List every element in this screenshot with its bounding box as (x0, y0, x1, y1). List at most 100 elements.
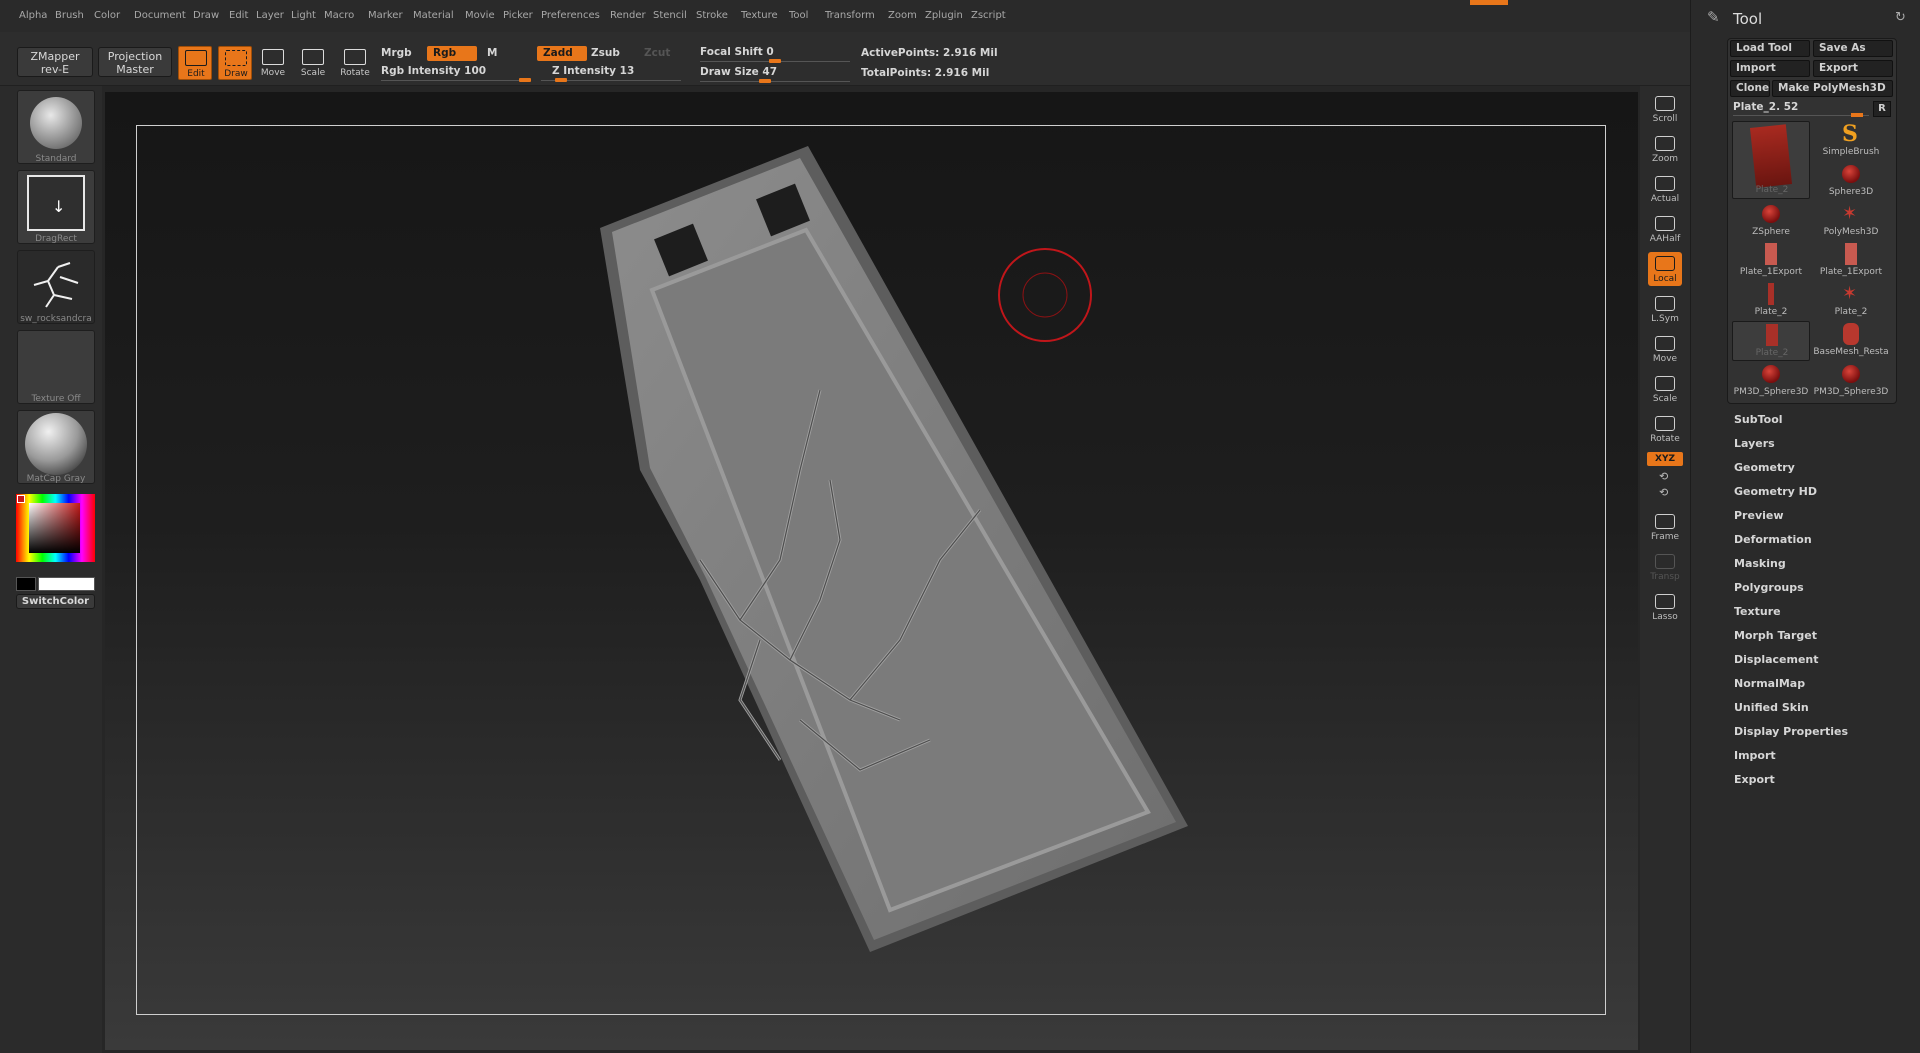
plate-icon (1768, 283, 1774, 305)
clone-button[interactable]: Clone (1730, 80, 1770, 97)
tool-thumb-plate-1-export-2[interactable]: Plate_1Export (1812, 241, 1890, 281)
sphere-icon (1842, 165, 1860, 183)
frame-button[interactable]: Frame (1648, 510, 1682, 544)
local-icon (1655, 256, 1675, 271)
scale-view-button[interactable]: Scale (1648, 372, 1682, 406)
tool-palette-box: Load Tool Save As Import Export Clone Ma… (1727, 38, 1897, 404)
local-button[interactable]: Local (1648, 252, 1682, 286)
scroll-label: Scroll (1652, 114, 1678, 124)
tool-thumb-polymesh3d[interactable]: ✶ PolyMesh3D (1812, 201, 1890, 241)
plate-thumbnail-icon (1749, 124, 1793, 188)
transp-button[interactable]: Transp (1648, 550, 1682, 584)
lasso-icon (1655, 594, 1675, 609)
aahalf-label: AAHalf (1649, 234, 1681, 244)
tool-thumb-label: BaseMesh_Resta (1813, 347, 1889, 357)
tool-palette: ✎ Tool ↻ Load Tool Save As Import Export… (1690, 0, 1920, 1053)
tool-thumb-plate-2[interactable]: Plate_2 (1732, 121, 1810, 199)
tool-thumb-sphere3d[interactable]: Sphere3D (1812, 161, 1890, 201)
lasso-label: Lasso (1652, 612, 1678, 622)
subpalette-export[interactable]: Export (1734, 773, 1775, 786)
tool-thumb-plate-1-export[interactable]: Plate_1Export (1732, 241, 1810, 281)
subpalette-unified-skin[interactable]: Unified Skin (1734, 701, 1809, 714)
tool-wrench-icon: ✎ (1707, 8, 1720, 26)
tool-thumb-label: Plate_2 (1755, 348, 1789, 358)
model-viewport[interactable] (0, 0, 1690, 1053)
subpalette-polygroups[interactable]: Polygroups (1734, 581, 1804, 594)
lsym-label: L.Sym (1651, 314, 1679, 324)
palette-title: Tool (1733, 10, 1763, 28)
local-label: Local (1653, 274, 1677, 284)
actual-label: Actual (1650, 194, 1680, 204)
tool-thumb-basemesh[interactable]: BaseMesh_Resta (1812, 321, 1890, 361)
subpalette-displacement[interactable]: Displacement (1734, 653, 1819, 666)
move-hand-icon (1655, 336, 1675, 351)
subpalette-deformation[interactable]: Deformation (1734, 533, 1812, 546)
tool-thumb-label: SimpleBrush (1822, 147, 1880, 157)
lsym-button[interactable]: L.Sym (1648, 292, 1682, 326)
make-polymesh-button[interactable]: Make PolyMesh3D (1772, 80, 1893, 97)
scale-view-icon (1655, 376, 1675, 391)
rotate-y-icon[interactable]: ⟲ (1659, 470, 1668, 483)
plate-export-icon (1845, 243, 1857, 265)
rotate-view-label: Rotate (1650, 434, 1680, 444)
lasso-button[interactable]: Lasso (1648, 590, 1682, 624)
frame-cube-icon (1655, 514, 1675, 529)
aahalf-button[interactable]: AAHalf (1648, 212, 1682, 246)
tool-thumb-label: PM3D_Sphere3D (1813, 387, 1889, 397)
rotate-z-icon[interactable]: ⟲ (1659, 486, 1668, 499)
plate-mesh[interactable] (600, 146, 1188, 952)
subpalette-masking[interactable]: Masking (1734, 557, 1786, 570)
subpalette-layers[interactable]: Layers (1734, 437, 1775, 450)
simplebrush-icon: S (1842, 121, 1858, 147)
actual-size-icon (1655, 176, 1675, 191)
current-tool-slider[interactable]: Plate_2. 52 (1733, 101, 1798, 113)
rotate-view-button[interactable]: Rotate (1648, 412, 1682, 446)
import-button[interactable]: Import (1730, 60, 1810, 77)
tool-thumb-plate-2b[interactable]: Plate_2 (1732, 281, 1810, 321)
export-button[interactable]: Export (1813, 60, 1893, 77)
r-button[interactable]: R (1873, 101, 1891, 117)
tool-thumb-label: Plate_1Export (1739, 267, 1803, 277)
zoom-button[interactable]: Zoom (1648, 132, 1682, 166)
plate-star-icon: ✶ (1842, 283, 1858, 304)
tool-thumb-zsphere[interactable]: ZSphere (1732, 201, 1810, 241)
tool-thumb-label: Plate_2 (1834, 307, 1868, 317)
tool-thumb-label: Plate_2 (1755, 185, 1789, 195)
subpalette-morph-target[interactable]: Morph Target (1734, 629, 1817, 642)
move-view-button[interactable]: Move (1648, 332, 1682, 366)
tool-thumb-plate-2d[interactable]: Plate_2 (1732, 321, 1810, 361)
rotate-view-icon (1655, 416, 1675, 431)
load-tool-button[interactable]: Load Tool (1730, 40, 1810, 57)
subpalette-geometry[interactable]: Geometry (1734, 461, 1795, 474)
subpalette-texture[interactable]: Texture (1734, 605, 1781, 618)
subpalette-display-properties[interactable]: Display Properties (1734, 725, 1848, 738)
save-as-button[interactable]: Save As (1813, 40, 1893, 57)
subpalette-subtool[interactable]: SubTool (1734, 413, 1783, 426)
subpalette-import[interactable]: Import (1734, 749, 1776, 762)
xyz-button[interactable]: XYZ (1647, 452, 1683, 466)
tool-thumb-plate-2c[interactable]: ✶ Plate_2 (1812, 281, 1890, 321)
refresh-icon[interactable]: ↻ (1895, 10, 1906, 25)
brush-cursor (998, 248, 1092, 342)
basemesh-icon (1843, 323, 1859, 345)
zoom-label: Zoom (1652, 154, 1678, 164)
symmetry-icon (1655, 296, 1675, 311)
scroll-button[interactable]: Scroll (1648, 92, 1682, 126)
tool-thumb-pm3d-sphere3d[interactable]: PM3D_Sphere3D (1732, 361, 1810, 401)
polymesh-star-icon: ✶ (1842, 203, 1858, 224)
subpalette-geometry-hd[interactable]: Geometry HD (1734, 485, 1817, 498)
subpalette-normalmap[interactable]: NormalMap (1734, 677, 1805, 690)
move-view-label: Move (1652, 354, 1678, 364)
tool-thumb-pm3d-sphere3d-2[interactable]: PM3D_Sphere3D (1812, 361, 1890, 401)
tool-thumb-label: Plate_2 (1754, 307, 1788, 317)
current-tool-knob[interactable] (1851, 113, 1863, 117)
tool-thumb-simplebrush[interactable]: S SimpleBrush (1812, 121, 1890, 161)
tool-thumb-label: Plate_1Export (1819, 267, 1883, 277)
scale-view-label: Scale (1652, 394, 1678, 404)
subpalette-preview[interactable]: Preview (1734, 509, 1784, 522)
sphere-icon (1762, 365, 1780, 383)
actual-button[interactable]: Actual (1648, 172, 1682, 206)
plate-icon (1766, 324, 1778, 346)
aahalf-icon (1655, 216, 1675, 231)
tool-thumb-label: ZSphere (1752, 227, 1790, 237)
